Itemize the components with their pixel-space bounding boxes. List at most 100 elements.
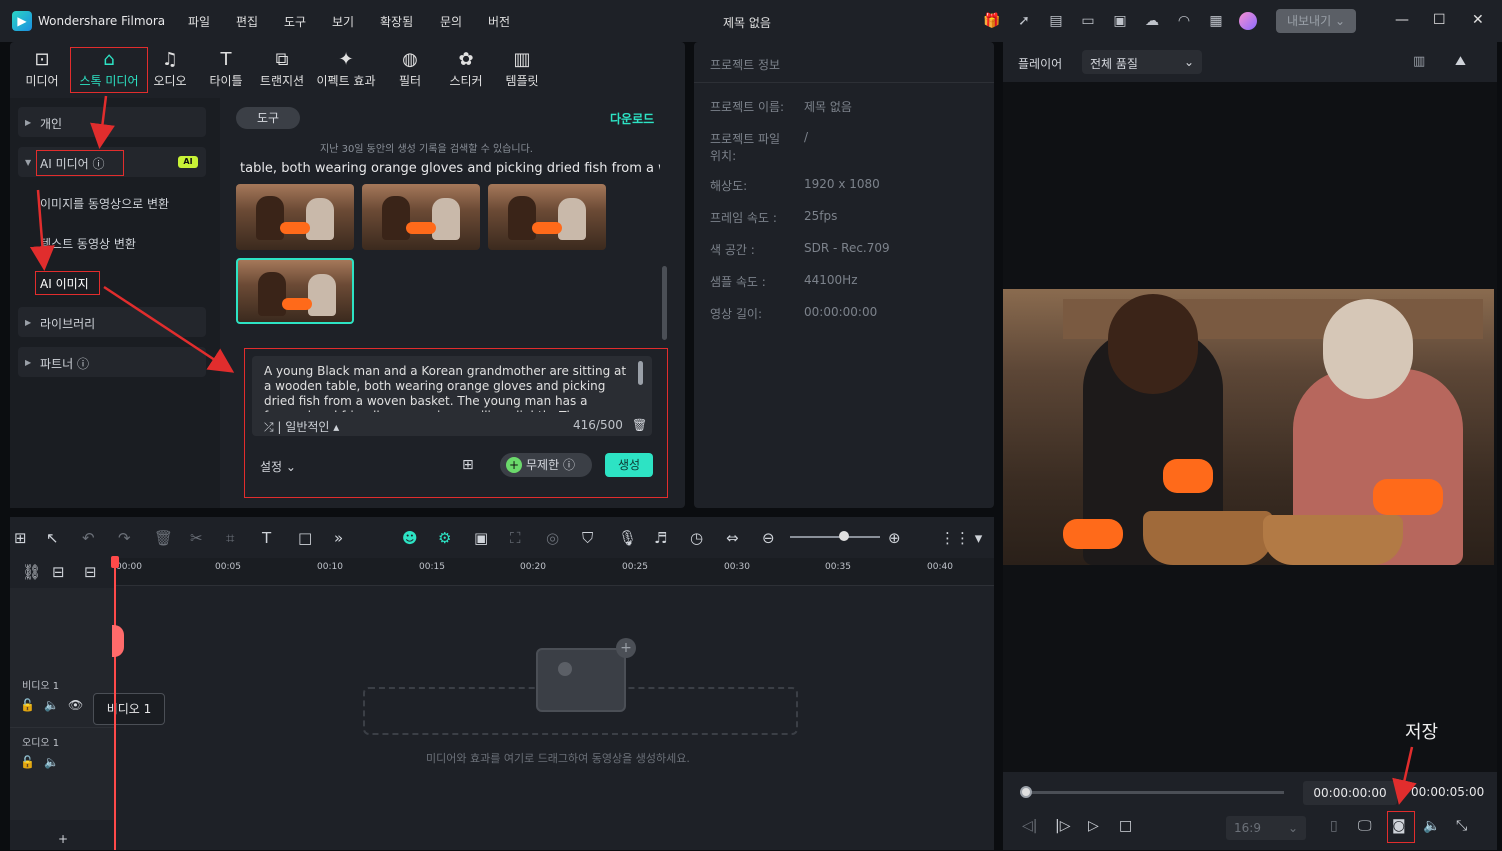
- generated-image-thumb[interactable]: [236, 184, 354, 250]
- tab-audio[interactable]: ♫ 오디오: [142, 48, 198, 89]
- prompt-scrollbar[interactable]: [638, 361, 643, 385]
- lock-icon[interactable]: 🔓: [20, 755, 35, 769]
- stop-icon[interactable]: □: [1119, 818, 1132, 834]
- mic-icon[interactable]: 🎙: [618, 529, 637, 547]
- scrub-bar[interactable]: [1020, 791, 1284, 794]
- zoom-slider[interactable]: [790, 536, 880, 538]
- tab-stickers[interactable]: ✿ 스티커: [438, 48, 494, 89]
- gift-icon[interactable]: 🎁: [983, 12, 1001, 30]
- headset-icon[interactable]: ◠: [1175, 12, 1193, 30]
- tab-filters[interactable]: ◍ 필터: [382, 48, 438, 89]
- add-track-button[interactable]: +: [58, 832, 68, 846]
- fullscreen-icon[interactable]: ⤡: [1456, 818, 1467, 834]
- cloud-icon[interactable]: ☁: [1143, 12, 1161, 30]
- nav-library[interactable]: ▶ 라이브러리: [18, 307, 206, 337]
- zoom-slider-handle[interactable]: [839, 531, 849, 541]
- apps-grid-icon[interactable]: ▦: [1207, 12, 1225, 30]
- cut-icon[interactable]: ✂: [190, 529, 203, 547]
- volume-icon[interactable]: 🔈: [1423, 818, 1440, 834]
- menu-extensions[interactable]: 확장됨: [380, 13, 413, 30]
- generate-button[interactable]: 생성: [605, 453, 653, 477]
- add-media-icon[interactable]: +: [616, 638, 636, 658]
- tab-transitions[interactable]: ⧉ 트랜지션: [254, 48, 310, 89]
- fit-icon[interactable]: ⇔: [726, 529, 739, 547]
- send-icon[interactable]: ➚: [1015, 12, 1033, 30]
- tab-media[interactable]: ⊡ 미디어: [14, 48, 70, 89]
- download-link[interactable]: 다운로드: [610, 110, 654, 127]
- doc-icon[interactable]: ▤: [1047, 12, 1065, 30]
- avatar[interactable]: [1239, 12, 1257, 30]
- ai-copilot-icon[interactable]: ☻: [402, 529, 418, 547]
- auto-reframe-icon[interactable]: ▣: [474, 529, 488, 547]
- link-icon[interactable]: ⊟: [52, 563, 65, 581]
- generated-image-thumb-selected[interactable]: [236, 258, 354, 324]
- image-reference-icon[interactable]: ⊞: [462, 457, 474, 473]
- unlimited-credits-button[interactable]: + 무제한 ⓘ: [500, 453, 592, 477]
- minimize-icon[interactable]: —: [1395, 12, 1409, 28]
- export-button[interactable]: 내보내기 ⌄: [1276, 9, 1356, 33]
- prompt-text[interactable]: A young Black man and a Korean grandmoth…: [264, 364, 636, 412]
- step-back-icon[interactable]: |▷: [1055, 818, 1070, 834]
- menu-version[interactable]: 버전: [488, 13, 510, 30]
- layout-icon[interactable]: ▭: [1079, 12, 1097, 30]
- tab-titles[interactable]: T 타이틀: [198, 48, 254, 89]
- undo-icon[interactable]: ↶: [82, 529, 95, 547]
- aspect-ratio-dropdown[interactable]: 16:9 ⌄: [1226, 816, 1306, 840]
- shield-icon[interactable]: ⛉: [582, 529, 593, 547]
- prev-frame-icon[interactable]: ◁|: [1022, 818, 1037, 834]
- eye-icon[interactable]: 👁: [68, 698, 83, 712]
- marker-icon[interactable]: ▯: [1330, 818, 1338, 834]
- help-icon[interactable]: ⓘ: [77, 357, 89, 371]
- shuffle-icon[interactable]: ⤮: [264, 420, 274, 434]
- crop-icon[interactable]: ⌗: [226, 529, 234, 547]
- generated-image-thumb[interactable]: [488, 184, 606, 250]
- scrub-handle[interactable]: [1020, 786, 1032, 798]
- select-tool-icon[interactable]: ↖: [46, 529, 59, 547]
- delete-icon[interactable]: 🗑: [154, 529, 173, 547]
- more-icon[interactable]: »: [334, 529, 343, 547]
- render-icon[interactable]: ⛶: [510, 529, 521, 547]
- lock-icon[interactable]: 🔓: [20, 698, 35, 712]
- time-ruler[interactable]: [114, 558, 994, 586]
- layout-grid-icon[interactable]: ⊞: [14, 529, 27, 547]
- shape-icon[interactable]: □: [298, 529, 312, 547]
- options-grid-icon[interactable]: ⋮⋮ ▾: [940, 529, 982, 547]
- menu-help[interactable]: 문의: [440, 13, 462, 30]
- tool-pill[interactable]: 도구: [236, 107, 300, 129]
- nav-personal[interactable]: ▶ 개인: [18, 107, 206, 137]
- track-manager-icon[interactable]: ⊟: [84, 563, 97, 581]
- image-icon[interactable]: ⛰: [1455, 54, 1466, 69]
- clip-speed-icon[interactable]: ◷: [690, 529, 703, 547]
- menu-file[interactable]: 파일: [188, 13, 210, 30]
- menu-edit[interactable]: 편집: [236, 13, 258, 30]
- nav-text-to-video[interactable]: 텍스트 동영상 변환: [40, 235, 136, 252]
- playhead[interactable]: [114, 558, 116, 850]
- playhead-handle[interactable]: [111, 556, 119, 568]
- settings-dropdown[interactable]: 설정 ⌄: [260, 458, 296, 475]
- nav-image-to-video[interactable]: 이미지를 동영상으로 변환: [40, 195, 169, 212]
- music-edit-icon[interactable]: ♬: [654, 529, 667, 547]
- style-selector[interactable]: ⤮ | 일반적인 ▴: [264, 418, 339, 435]
- volume-icon[interactable]: 🔈: [44, 698, 59, 712]
- nav-partner[interactable]: ▶ 파트너 ⓘ: [18, 347, 206, 377]
- tab-templates[interactable]: ▥ 템플릿: [494, 48, 550, 89]
- menu-view[interactable]: 보기: [332, 13, 354, 30]
- play-icon[interactable]: ▷: [1088, 818, 1099, 834]
- generated-image-thumb[interactable]: [362, 184, 480, 250]
- maximize-icon[interactable]: ☐: [1433, 12, 1446, 28]
- zoom-out-icon[interactable]: ⊖: [762, 529, 775, 547]
- display-icon[interactable]: 🖵: [1358, 818, 1372, 834]
- trash-icon[interactable]: 🗑: [632, 418, 647, 432]
- text-tool-icon[interactable]: T: [262, 529, 271, 547]
- volume-icon[interactable]: 🔈: [44, 755, 59, 769]
- tab-effects[interactable]: ✦ 이펙트 효과: [312, 48, 380, 89]
- grid-view-icon[interactable]: ▥: [1413, 54, 1425, 69]
- redo-icon[interactable]: ↷: [118, 529, 131, 547]
- scrollbar[interactable]: [662, 266, 667, 340]
- ai-tool-icon[interactable]: ⚙: [438, 529, 451, 547]
- zoom-in-icon[interactable]: ⊕: [888, 529, 901, 547]
- save-icon[interactable]: ▣: [1111, 12, 1129, 30]
- quality-dropdown[interactable]: 전체 품질 ⌄: [1082, 50, 1202, 74]
- menu-tools[interactable]: 도구: [284, 13, 306, 30]
- link-off-icon[interactable]: ⛓: [22, 563, 41, 581]
